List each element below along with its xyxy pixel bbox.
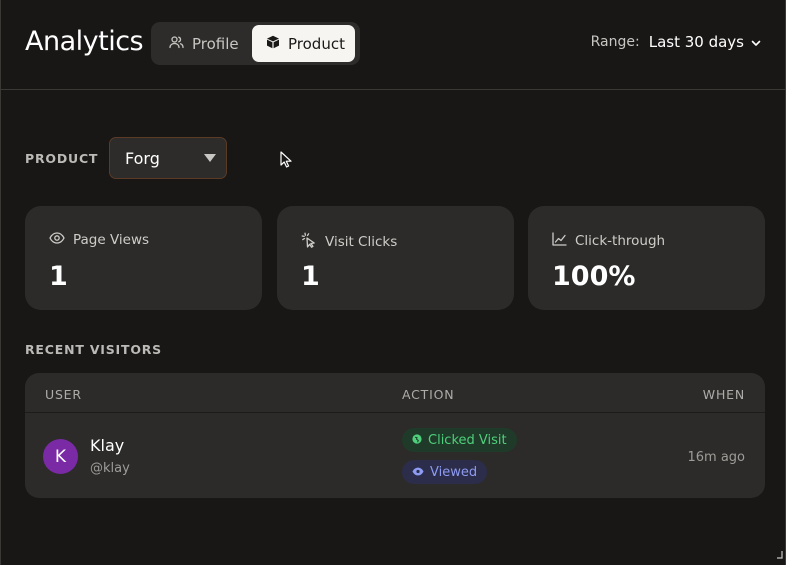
stat-header: Click-through xyxy=(552,232,665,250)
mouse-cursor-icon xyxy=(280,151,293,172)
stat-value: 100% xyxy=(552,261,636,292)
tab-profile-label: Profile xyxy=(192,34,239,53)
visitors-table: USER ACTION WHEN K Klay @klay Clicked Vi… xyxy=(25,373,765,498)
action-label: Viewed xyxy=(430,464,478,480)
pointer-click-icon xyxy=(301,232,317,252)
eye-icon xyxy=(412,465,424,480)
column-header-action: ACTION xyxy=(402,387,455,402)
stat-label: Click-through xyxy=(575,233,666,249)
user-name: Klay xyxy=(90,436,125,455)
action-badge-clicked-visit: Clicked Visit xyxy=(402,428,517,452)
stat-card-click-through: Click-through 100% xyxy=(528,206,765,310)
column-header-when: WHEN xyxy=(702,387,745,402)
range-dropdown[interactable]: Last 30 days xyxy=(649,33,761,51)
avatar: K xyxy=(43,439,78,474)
box-icon xyxy=(266,35,280,53)
range-picker: Range: Last 30 days xyxy=(591,33,761,51)
action-label: Clicked Visit xyxy=(428,432,507,448)
stat-value: 1 xyxy=(49,261,68,292)
caret-down-icon xyxy=(204,154,216,162)
user-handle: @klay xyxy=(90,461,130,476)
product-select-value: Forg xyxy=(125,148,160,168)
visit-time: 16m ago xyxy=(687,450,745,465)
stat-label: Page Views xyxy=(73,232,150,248)
range-label: Range: xyxy=(590,34,640,50)
column-header-user: USER xyxy=(45,387,82,402)
app-frame: Analytics Profile Product Range: Last 30… xyxy=(0,0,786,565)
tab-group: Profile Product xyxy=(151,22,360,65)
action-badge-viewed: Viewed xyxy=(402,460,488,484)
page-title: Analytics xyxy=(25,26,144,57)
recent-visitors-title: RECENT VISITORS xyxy=(25,342,162,357)
stat-header: Page Views xyxy=(49,232,149,248)
eye-icon xyxy=(49,232,65,248)
tab-profile[interactable]: Profile xyxy=(157,25,251,62)
globe-icon xyxy=(412,433,422,448)
tab-product[interactable]: Product xyxy=(252,25,355,62)
stat-header: Visit Clicks xyxy=(301,232,397,252)
range-value: Last 30 days xyxy=(648,33,744,51)
chevron-down-icon xyxy=(751,33,761,51)
stat-card-page-views: Page Views 1 xyxy=(25,206,262,310)
users-icon xyxy=(169,35,184,53)
product-filter-label: PRODUCT xyxy=(25,151,99,166)
tab-product-label: Product xyxy=(288,34,345,53)
table-header: USER ACTION WHEN xyxy=(25,373,765,413)
product-select[interactable]: Forg xyxy=(109,137,227,179)
trend-chart-icon xyxy=(552,232,567,250)
stat-label: Visit Clicks xyxy=(325,234,398,250)
stat-value: 1 xyxy=(301,261,320,292)
resize-handle-icon[interactable] xyxy=(776,545,784,564)
header: Analytics Profile Product Range: Last 30… xyxy=(1,0,786,90)
table-row[interactable]: K Klay @klay Clicked Visit Viewed 16m ag… xyxy=(25,414,765,498)
stat-card-visit-clicks: Visit Clicks 1 xyxy=(277,206,514,310)
